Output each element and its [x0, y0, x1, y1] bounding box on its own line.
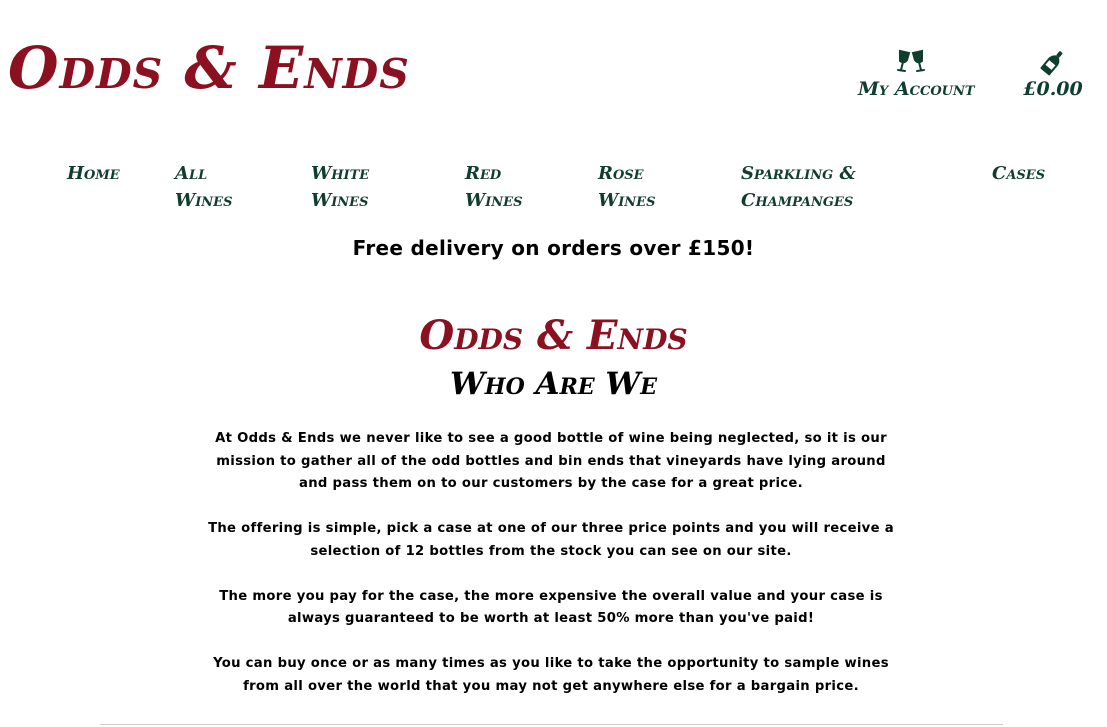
about-paragraph: At Odds & Ends we never like to see a go… [215, 431, 887, 492]
nav-item-label: White [311, 163, 370, 184]
nav-item-all-wines[interactable]: All Wines [175, 160, 232, 214]
nav-item-label: Sparkling & [741, 163, 856, 184]
nav-item-label: Red [465, 163, 502, 184]
shopping-bag-link[interactable]: £0.00 [1020, 48, 1086, 100]
nav-item-label: All [175, 163, 208, 184]
nav-item-label: Champanges [741, 190, 854, 211]
nav-item-sparkling-champagnes[interactable]: Sparkling & Champanges [741, 160, 856, 214]
section-brand-heading: Odds & Ends [419, 312, 688, 359]
nav-item-rose-wines[interactable]: Rose Wines [598, 160, 655, 214]
nav-item-label: Wines [465, 190, 523, 211]
nav-item-label: Wines [311, 190, 369, 211]
my-account-label: My Account [858, 78, 975, 100]
my-account-link[interactable]: My Account [858, 48, 975, 100]
about-paragraph: You can buy once or as many times as you… [213, 655, 889, 694]
nav-item-label: Cases [992, 163, 1046, 184]
site-logo[interactable]: Odds & Ends [8, 30, 410, 106]
about-text: At Odds & Ends we never like to see a go… [205, 428, 897, 720]
about-paragraph: The more you pay for the case, the more … [219, 588, 883, 627]
nav-item-cases[interactable]: Cases [992, 160, 1045, 187]
about-paragraph: The offering is simple, pick a case at o… [208, 521, 894, 559]
section-divider [100, 724, 1003, 725]
nav-item-label: Wines [598, 190, 656, 211]
wine-bottle-icon [1020, 48, 1086, 76]
nav-item-home[interactable]: Home [67, 160, 120, 187]
section-title: Who Are We [449, 366, 658, 402]
nav-item-label: Home [67, 163, 120, 184]
nav-item-white-wines[interactable]: White Wines [311, 160, 369, 214]
nav-item-label: Wines [175, 190, 233, 211]
delivery-promo-banner: Free delivery on orders over £150! [352, 236, 755, 260]
bag-total: £0.00 [1023, 78, 1083, 100]
nav-item-red-wines[interactable]: Red Wines [465, 160, 522, 214]
wine-glasses-icon [858, 48, 964, 76]
nav-item-label: Rose [598, 163, 644, 184]
